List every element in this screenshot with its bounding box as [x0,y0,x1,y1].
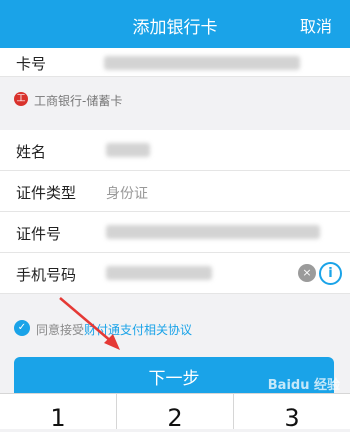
bank-logo-icon: 工 [14,92,28,106]
id-number-value-redacted [106,225,320,239]
agreement-link[interactable]: 财付通支付相关协议 [84,323,192,337]
name-label: 姓名 [16,143,47,161]
name-row[interactable]: 姓名 [0,130,350,171]
id-number-row[interactable]: 证件号 [0,212,350,253]
agreement-text: 同意接受财付通支付相关协议 [36,321,192,338]
bank-name: 工商银行-储蓄卡 [34,94,123,108]
page-title: 添加银行卡 [132,18,218,38]
clear-icon[interactable]: × [298,264,316,282]
checkmark-icon[interactable]: ✓ [14,320,30,336]
id-type-row[interactable]: 证件类型 身份证 [0,171,350,212]
numeric-keypad: 1 2 3 [0,393,350,432]
name-value-redacted [106,143,150,157]
agreement-prefix: 同意接受 [36,323,85,337]
id-type-label: 证件类型 [16,184,77,202]
phone-value-redacted [106,266,212,280]
info-icon[interactable]: i [319,262,342,285]
agreement-row[interactable]: ✓ 同意接受财付通支付相关协议 [0,316,350,340]
identity-form: 姓名 证件类型 身份证 证件号 手机号码 × i [0,130,350,294]
card-number-label: 卡号 [16,55,47,73]
card-number-row[interactable]: 卡号 [0,48,350,77]
id-type-value: 身份证 [106,186,148,202]
id-number-label: 证件号 [16,225,62,243]
cancel-button[interactable]: 取消 [300,13,332,37]
phone-row[interactable]: 手机号码 × i [0,253,350,294]
bank-info-row: 工 工商银行-储蓄卡 [0,80,350,116]
card-number-value-redacted [104,56,300,70]
phone-label: 手机号码 [16,266,77,284]
watermark: Baidu 经验 [267,378,340,393]
header-bar: 添加银行卡 取消 [0,0,350,48]
